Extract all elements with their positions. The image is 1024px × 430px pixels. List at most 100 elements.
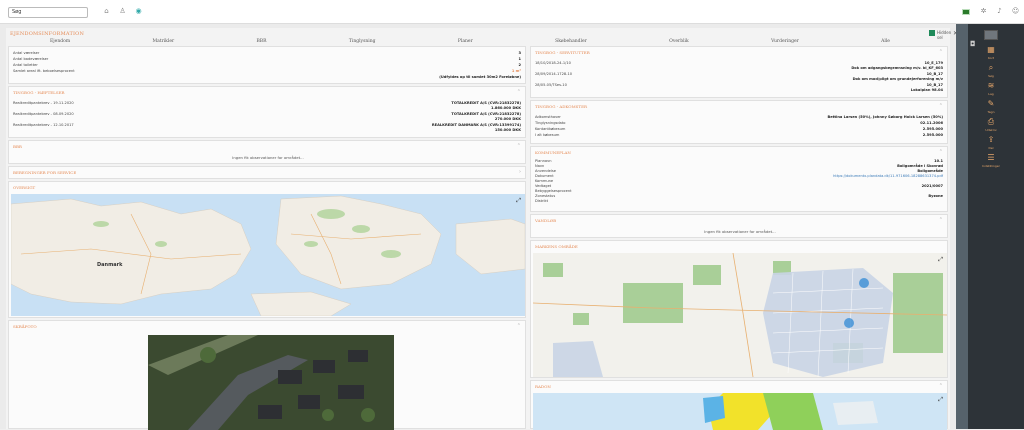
card-area-map: MARKENS OMRÅDE ⤢ xyxy=(530,240,948,378)
row-value: 150.000 DKK xyxy=(494,128,521,132)
sliders-icon: ☰ xyxy=(987,153,995,162)
sidebar-top-button[interactable] xyxy=(984,30,998,40)
sidebar-collapse-strip[interactable] xyxy=(956,24,968,429)
row-value: Boligområde xyxy=(917,169,943,173)
row-value: 2 xyxy=(518,63,521,67)
row-value: 02.11.2006 xyxy=(920,121,943,125)
bbr-footer-note: (Udfyldes op til samlet 30m2 Foreløbne) xyxy=(439,75,521,79)
card-bbr-observations: BBR ⌃ Ingen fik observationer for område… xyxy=(8,140,526,164)
area-map[interactable]: ⤢ xyxy=(533,253,947,377)
row-label: Realkreditpantebrev - 08.09.2020 xyxy=(13,112,74,116)
row-value: 10_B_17 xyxy=(926,83,943,87)
card-title: TINGBOG - SERVITUTTER xyxy=(535,50,590,55)
fullscreen-icon[interactable]: ⤢ xyxy=(938,256,943,264)
row-value: TOTALKREDIT A/S (CVR:21832278) xyxy=(451,101,521,105)
checkbox-label: Hidden sel xyxy=(937,30,952,40)
bell-icon[interactable]: ♪ xyxy=(995,7,1004,16)
map-svg xyxy=(11,195,525,316)
share-icon: ⇪ xyxy=(987,135,995,144)
fullscreen-icon[interactable]: ⤢ xyxy=(938,396,943,404)
empty-message: Ingen fik observationer for området... xyxy=(704,229,776,234)
card-bbr-details: Antal værelser 3 Antal badeværelser 1 An… xyxy=(8,46,526,84)
card-tinglysning-haeftelser: TINGBOG - HÆFTELSER ⌃ Realkreditpantebre… xyxy=(8,86,526,138)
card-title: RADON xyxy=(535,384,551,389)
chevron-up-icon[interactable]: ⌃ xyxy=(517,323,521,329)
hidden-checkbox[interactable] xyxy=(929,30,935,36)
property-panel: EJENDOMSINFORMATION Hidden sel Ejendom M… xyxy=(6,28,952,430)
globe-icon[interactable]: ◉ xyxy=(134,7,143,16)
row-value: REALKREDIT DANMARK A/S (CVR:13399174) xyxy=(431,123,521,127)
chevron-up-icon[interactable]: ⌃ xyxy=(939,217,943,223)
map-country-label: Danmark xyxy=(97,262,123,268)
row-label: 18/10/2018-24-1/10 xyxy=(535,61,571,65)
search-icon: ⌕ xyxy=(988,63,994,72)
row-value: TOTALKREDIT A/S (CVR:21832278) xyxy=(451,112,521,116)
row-value: Dok om mod/pligt om grundejerforening m/… xyxy=(852,77,943,81)
row-label: 28/05-05/TSes-10 xyxy=(535,83,567,87)
card-beregninger: BEREGNINGER FOR SERVICE › xyxy=(8,166,526,179)
row-label: Navn xyxy=(535,164,545,168)
card-title: SKRÅFOTO xyxy=(13,324,37,329)
card-title: VANDLØB xyxy=(535,218,557,223)
map-icon: ▦ xyxy=(987,45,995,54)
card-title: BBR xyxy=(13,144,22,149)
person-icon[interactable]: ♙ xyxy=(118,7,127,16)
card-radon: RADON ⌃ ⤢ xyxy=(530,380,948,430)
row-value: Byzone xyxy=(928,194,943,198)
search-input[interactable]: Søg xyxy=(8,7,88,18)
gear-icon[interactable]: ✲ xyxy=(979,7,988,16)
layers-icon: ≋ xyxy=(987,81,995,90)
user-icon[interactable]: ☺ xyxy=(1011,7,1020,16)
row-label: Distrikt xyxy=(535,199,549,203)
row-value: 270.000 DKK xyxy=(494,117,521,121)
top-bar: Søg ⌂ ♙ ◉ ✲ ♪ ☺ xyxy=(0,0,1024,24)
row-value: 1.860.000 DKK xyxy=(490,106,521,110)
chevron-right-icon[interactable]: › xyxy=(519,169,521,175)
chevron-up-icon[interactable]: ⌃ xyxy=(939,103,943,109)
card-title: TINGBOG - ADKOMSTER xyxy=(535,104,588,109)
chevron-up-icon[interactable]: ⌃ xyxy=(517,89,521,95)
aerial-photo-svg xyxy=(148,335,394,430)
sidebar-item-settings[interactable]: ☰ Indstillinger xyxy=(980,152,1002,174)
plan-document-link[interactable]: https://dokumentx.plandata.dk/11-971606-… xyxy=(833,174,943,178)
row-value: 1 m² xyxy=(511,69,521,73)
radon-map[interactable]: ⤢ xyxy=(533,393,947,430)
row-value: Boligområde i Skovrød xyxy=(897,164,943,168)
card-title: TINGBOG - HÆFTELSER xyxy=(13,90,65,95)
card-title: KOMMUNEPLAN xyxy=(535,150,571,155)
camera-icon[interactable]: ◘ xyxy=(970,40,976,48)
row-label: Realkreditpantebrev - 12.10.2017 xyxy=(13,123,74,127)
row-label: Antal badeværelser xyxy=(13,57,49,61)
row-label: Realkreditpantebrev - 19.11.2020 xyxy=(13,101,74,105)
row-label: Antal værelser xyxy=(13,51,40,55)
fullscreen-icon[interactable]: ⤢ xyxy=(516,197,521,205)
row-label: Plannavn xyxy=(535,159,552,163)
flag-icon[interactable] xyxy=(962,9,970,15)
row-label: Adkomsthaver xyxy=(535,115,561,119)
card-kommuneplan: KOMMUNEPLAN ⌃ Plannavn 10.1 Navn Boligom… xyxy=(530,146,948,212)
row-label: Tinglysningsdato xyxy=(535,121,566,125)
aerial-photo[interactable] xyxy=(148,335,394,430)
row-value: 2.595.000 xyxy=(922,127,943,131)
chevron-up-icon[interactable]: ⌃ xyxy=(517,143,521,149)
overview-map[interactable]: Danmark ⤢ xyxy=(11,194,525,316)
row-label: Bebyggelsesprocent xyxy=(535,189,572,193)
card-tingbog-servitutter: TINGBOG - SERVITUTTER ⌃ 18/10/2018-24-1/… xyxy=(530,46,948,98)
card-title: OVERSIGT xyxy=(13,185,36,190)
panel-title: EJENDOMSINFORMATION xyxy=(10,31,85,37)
card-title: MARKENS OMRÅDE xyxy=(535,244,578,249)
row-value: 10_E_179 xyxy=(924,61,943,65)
row-value: 10_B_17 xyxy=(926,72,943,76)
area-map-svg xyxy=(533,253,947,377)
row-value: Bettina Larsen (50%), Johnny Søborg Holc… xyxy=(827,115,943,119)
row-value: Lokalplan 98.04 xyxy=(910,88,943,92)
card-tingbog-adkomster: TINGBOG - ADKOMSTER ⌃ Adkomsthaver Betti… xyxy=(530,100,948,144)
row-label: 28/09/2014-1728-10 xyxy=(535,72,573,76)
row-label: Samlet areal ift. beboelsesprocent xyxy=(13,69,75,73)
row-value: Dok om adgangsbegrænsning m/v. bl_KF_603 xyxy=(851,66,943,70)
chevron-up-icon[interactable]: ⌃ xyxy=(939,383,943,389)
row-label: Zonestatus xyxy=(535,194,556,198)
chevron-up-icon[interactable]: ⌃ xyxy=(939,149,943,155)
chevron-up-icon[interactable]: ⌃ xyxy=(939,49,943,55)
home-icon[interactable]: ⌂ xyxy=(102,7,111,16)
